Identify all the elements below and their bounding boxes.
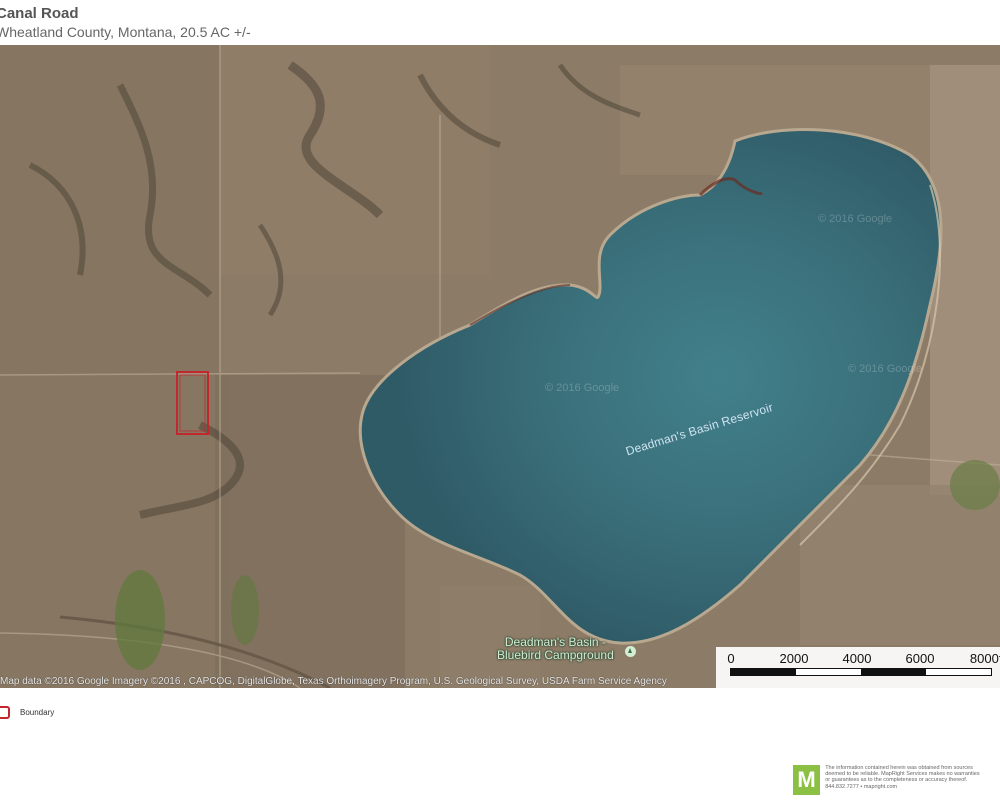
scale-label: 2000 [779,651,809,666]
map-watermark: © 2016 Google [848,363,923,375]
green-field [115,570,165,670]
satellite-map[interactable]: © 2016 Google © 2016 Google © 2016 Googl… [0,45,1000,688]
campground-icon[interactable] [625,646,636,657]
map-legend: Boundary [0,706,54,719]
scale-label: 4000 [842,651,872,666]
scale-label: 6000 [905,651,935,666]
scale-segments [730,668,992,676]
campground-label[interactable]: Deadman's Basin - Bluebird Campground [497,636,614,662]
footer: M The information contained herein was o… [793,765,1000,800]
scale-label: 0 [727,651,735,666]
campground-label-line2: Bluebird Campground [497,648,614,662]
green-field [950,460,1000,510]
legend-label-boundary: Boundary [20,708,55,717]
map-attribution: Map data ©2016 Google Imagery ©2016 , CA… [0,676,667,687]
footer-disclaimer: The information contained herein was obt… [825,765,1000,800]
scale-labels: 0 2000 4000 6000 8000ft [716,651,1000,666]
green-field [231,575,259,645]
boundary-swatch-icon [0,706,10,719]
disclaimer-line: 844.832.7277 • mapright.com [825,783,898,790]
mapright-logo: M [793,765,821,795]
map-watermark: © 2016 Google [818,213,893,225]
scale-label: 8000ft [969,651,1000,666]
map-subtitle: Wheatland County, Montana, 20.5 AC +/- [0,24,251,40]
map-watermark: © 2016 Google [545,382,620,394]
map-title: Canal Road [0,5,79,22]
scale-bar: 0 2000 4000 6000 8000ft [716,647,1000,688]
